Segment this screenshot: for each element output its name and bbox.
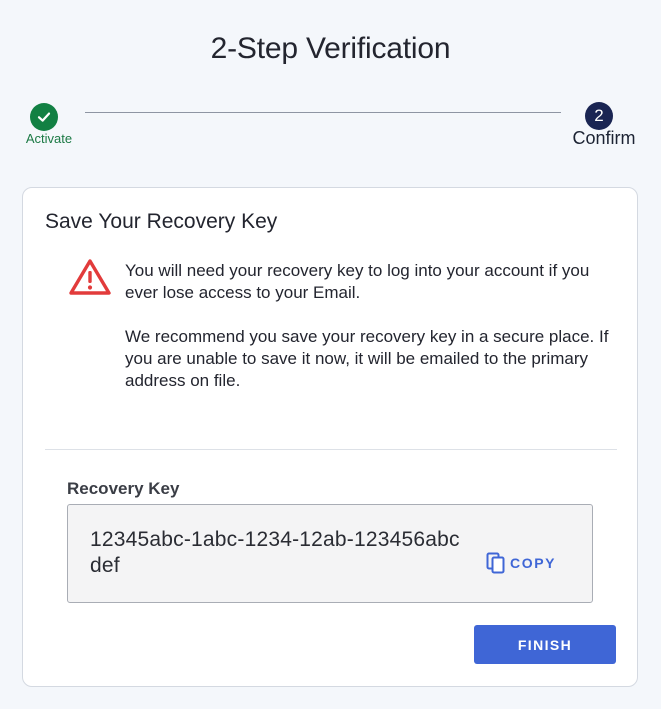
recovery-key-box: 12345abc-1abc-1234-12ab-123456abcdef COP…	[67, 504, 593, 603]
step-confirm-label: Confirm	[572, 128, 636, 148]
copy-button[interactable]: COPY	[484, 551, 556, 575]
copy-button-label: COPY	[510, 555, 557, 571]
page-title: 2-Step Verification	[210, 32, 451, 65]
recovery-key-value[interactable]: 12345abc-1abc-1234-12ab-123456abcdef	[90, 527, 470, 579]
copy-icon	[486, 552, 505, 574]
step-confirm-number: 2	[585, 102, 613, 130]
finish-button[interactable]: FINISH	[474, 625, 616, 664]
step-activate-completed-icon	[30, 103, 58, 131]
recovery-key-label: Recovery Key	[67, 479, 180, 498]
warning-message-text: You will need your recovery key to log i…	[125, 261, 590, 302]
warning-triangle-icon	[69, 259, 111, 295]
step-activate-label: Activate	[25, 131, 73, 146]
recommendation-message-text: We recommend you save your recovery key …	[125, 327, 609, 390]
check-icon	[37, 112, 51, 122]
section-divider	[45, 449, 617, 450]
stepper-connector-line	[85, 112, 561, 113]
recovery-key-card: Save Your Recovery Key You will need you…	[22, 187, 638, 687]
card-title: Save Your Recovery Key	[45, 210, 278, 233]
